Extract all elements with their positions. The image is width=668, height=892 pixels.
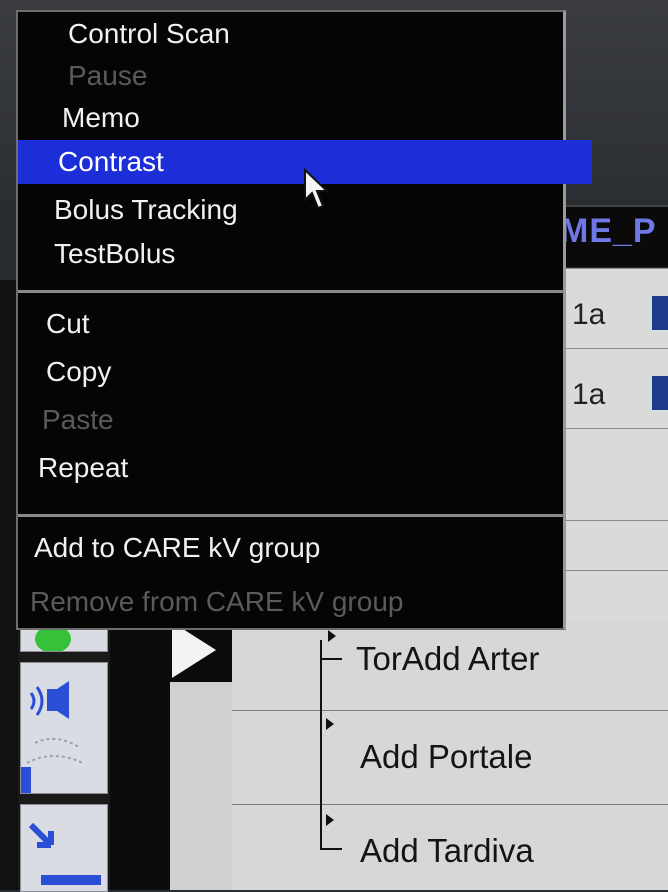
- tree-flag-icon: [326, 718, 334, 730]
- diagonal-arrow-icon: [28, 822, 101, 885]
- menu-item-memo[interactable]: Memo: [18, 96, 596, 140]
- menu-item-pause[interactable]: Pause: [18, 54, 602, 98]
- table-cell-field[interactable]: [652, 376, 668, 410]
- menu-item-cut[interactable]: Cut: [18, 302, 580, 346]
- sound-wave-icon: [21, 681, 84, 793]
- menu-item-copy[interactable]: Copy: [18, 350, 580, 394]
- menu-separator: [18, 514, 564, 517]
- menu-item-remove-from-care-kv-group[interactable]: Remove from CARE kV group: [18, 580, 564, 624]
- tree-connector: [320, 848, 342, 850]
- tree-connector: [320, 658, 342, 660]
- tree-flag-icon: [328, 630, 336, 642]
- menu-item-repeat[interactable]: Repeat: [18, 446, 572, 490]
- context-menu: Control Scan Pause Memo Contrast Bolus T…: [16, 10, 592, 630]
- list-item[interactable]: Add Portale: [360, 738, 532, 776]
- menu-item-add-to-care-kv-group[interactable]: Add to CARE kV group: [18, 526, 568, 570]
- tree-flag-icon: [326, 814, 334, 826]
- list-row-divider: [232, 804, 668, 805]
- menu-item-control-scan[interactable]: Control Scan: [18, 12, 602, 56]
- dark-divider-column: [110, 620, 170, 890]
- list-item[interactable]: TorAdd Arter: [356, 640, 539, 678]
- menu-item-paste[interactable]: Paste: [18, 398, 576, 442]
- scan-list-gutter: [170, 682, 232, 890]
- navigate-tool-button[interactable]: [20, 804, 108, 892]
- table-cell-field[interactable]: [652, 296, 668, 330]
- list-row-divider: [232, 710, 668, 711]
- menu-item-testbolus[interactable]: TestBolus: [18, 232, 588, 276]
- play-arrow-icon: [172, 622, 216, 678]
- tree-connector: [320, 640, 322, 850]
- audio-tool-button[interactable]: [20, 662, 108, 794]
- list-item[interactable]: Add Tardiva: [360, 832, 534, 870]
- mouse-cursor-icon: [304, 168, 330, 210]
- menu-separator: [18, 290, 564, 293]
